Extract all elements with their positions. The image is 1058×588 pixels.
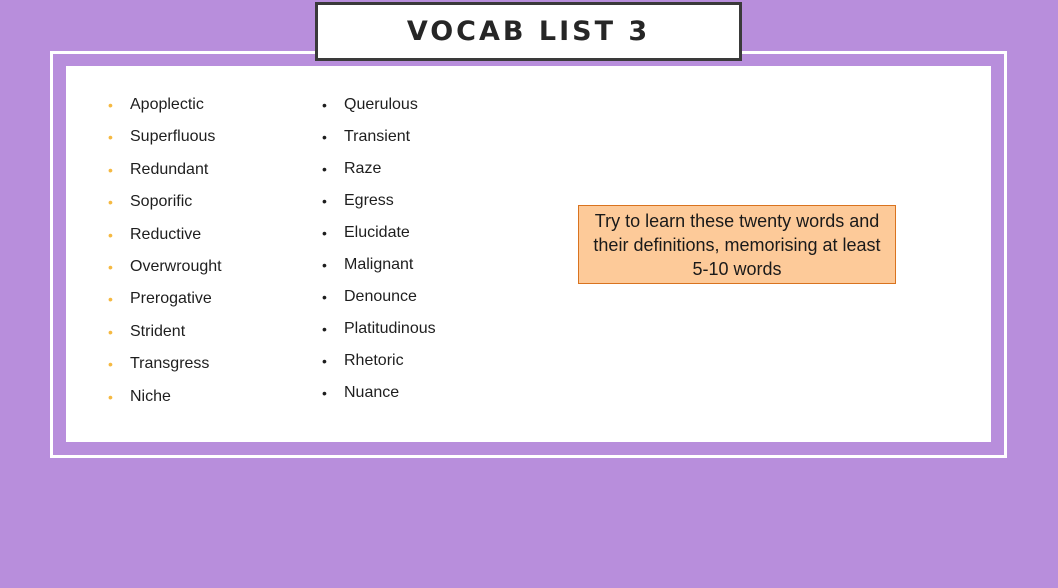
vocab-word: Platitudinous bbox=[344, 320, 436, 337]
list-item: • Soporific bbox=[108, 190, 222, 222]
list-item: • Denounce bbox=[322, 285, 436, 317]
bullet-icon: • bbox=[322, 385, 327, 401]
vocab-word: Redundant bbox=[130, 160, 209, 178]
vocab-word: Malignant bbox=[344, 256, 414, 273]
bullet-icon: • bbox=[108, 356, 113, 373]
bullet-icon: • bbox=[108, 258, 113, 275]
bullet-icon: • bbox=[322, 257, 327, 273]
list-item: • Malignant bbox=[322, 253, 436, 285]
list-item: • Prerogative bbox=[108, 287, 222, 319]
bullet-icon: • bbox=[322, 321, 327, 337]
list-item: • Querulous bbox=[322, 93, 436, 125]
note-line: Try to learn these twenty words and bbox=[594, 211, 880, 231]
list-item: • Redundant bbox=[108, 158, 222, 190]
vocab-word: Soporific bbox=[130, 193, 193, 211]
list-item: • Rhetoric bbox=[322, 349, 436, 381]
note-line: 5-10 words bbox=[692, 259, 782, 279]
vocab-word: Rhetoric bbox=[344, 352, 404, 369]
vocab-list-column-1: • Apoplectic • Superfluous • Redundant • Sop… bbox=[108, 93, 222, 417]
vocab-word: Egress bbox=[344, 192, 394, 209]
vocab-word: Raze bbox=[344, 160, 382, 177]
bullet-icon: • bbox=[108, 161, 113, 178]
list-item: • Raze bbox=[322, 157, 436, 189]
vocab-word: Reductive bbox=[130, 225, 202, 243]
bullet-icon: • bbox=[108, 291, 113, 308]
slide-title: VOCAB LIST 3 bbox=[406, 16, 651, 47]
list-item: • Platitudinous bbox=[322, 317, 436, 349]
bullet-icon: • bbox=[322, 353, 327, 369]
bullet-icon: • bbox=[322, 289, 327, 305]
bullet-icon: • bbox=[108, 97, 113, 113]
list-item: • Overwrought bbox=[108, 255, 222, 287]
bullet-icon: • bbox=[108, 388, 113, 405]
bullet-icon: • bbox=[108, 323, 113, 340]
vocab-word: Superfluous bbox=[130, 128, 216, 146]
note-line: their definitions, memorising at least bbox=[593, 235, 881, 255]
vocab-list-column-2: • Querulous • Transient • Raze • Egress • Elu… bbox=[322, 93, 436, 413]
vocab-word: Apoplectic bbox=[130, 96, 204, 113]
vocab-word: Strident bbox=[130, 322, 186, 340]
vocab-word: Overwrought bbox=[130, 257, 222, 275]
bullet-icon: • bbox=[322, 193, 327, 209]
vocab-word: Querulous bbox=[344, 96, 418, 113]
list-item: • Strident bbox=[108, 320, 222, 352]
vocab-word: Elucidate bbox=[344, 224, 410, 241]
list-item: • Egress bbox=[322, 189, 436, 221]
vocab-word: Transgress bbox=[130, 355, 210, 373]
bullet-icon: • bbox=[108, 129, 113, 146]
bullet-icon: • bbox=[322, 97, 327, 113]
list-item: • Superfluous bbox=[108, 125, 222, 157]
bullet-icon: • bbox=[322, 129, 327, 145]
vocab-word: Niche bbox=[130, 387, 171, 405]
vocab-word: Denounce bbox=[344, 288, 417, 305]
instruction-note: Try to learn these twenty words and thei… bbox=[578, 205, 896, 284]
list-item: • Nuance bbox=[322, 381, 436, 413]
vocab-word: Transient bbox=[344, 128, 411, 145]
bullet-icon: • bbox=[108, 226, 113, 243]
list-item: • Elucidate bbox=[322, 221, 436, 253]
bullet-icon: • bbox=[322, 225, 327, 241]
bullet-icon: • bbox=[108, 194, 113, 211]
list-item: • Reductive bbox=[108, 223, 222, 255]
list-item: • Transgress bbox=[108, 352, 222, 384]
list-item: • Apoplectic bbox=[108, 93, 222, 125]
title-box: VOCAB LIST 3 bbox=[315, 2, 742, 61]
bullet-icon: • bbox=[322, 161, 327, 177]
vocab-word: Prerogative bbox=[130, 290, 212, 308]
list-item: • Transient bbox=[322, 125, 436, 157]
list-item: • Niche bbox=[108, 385, 222, 417]
vocab-word: Nuance bbox=[344, 384, 400, 401]
